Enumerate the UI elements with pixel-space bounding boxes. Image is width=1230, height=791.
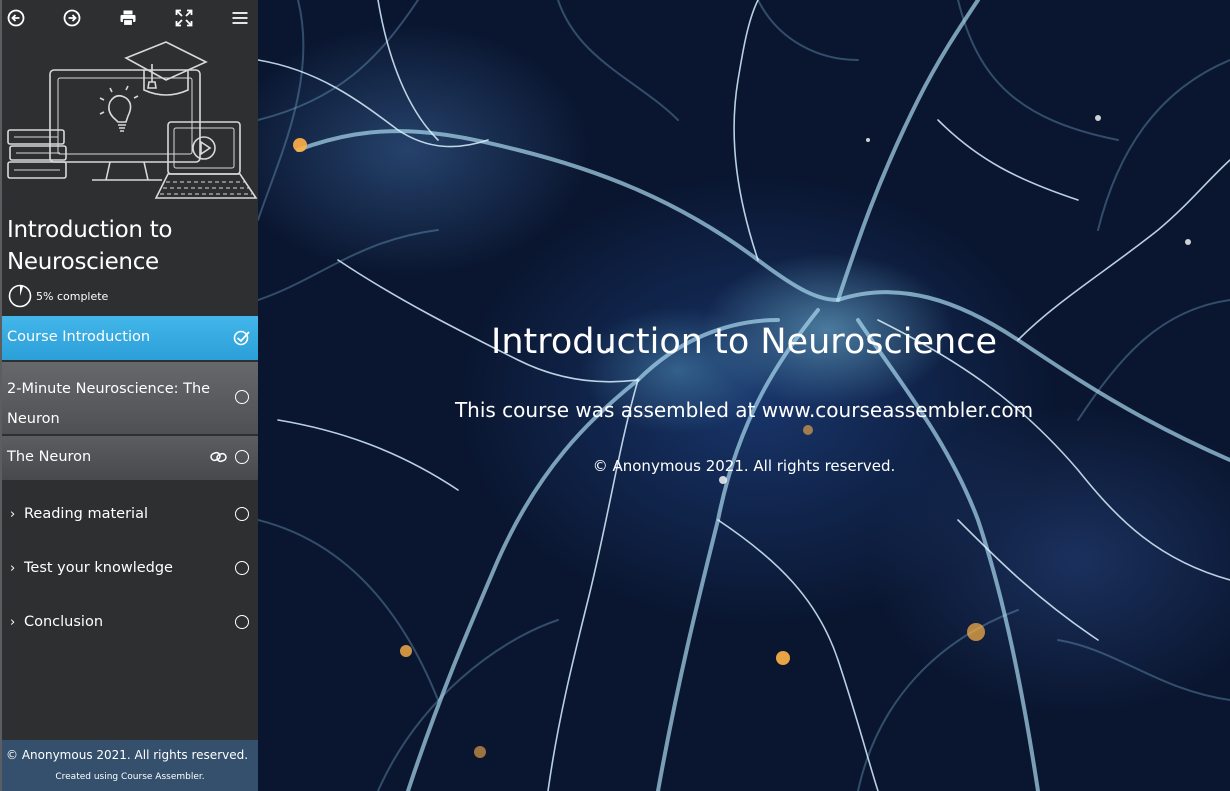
main-subtitle: This course was assembled at www.coursea…	[454, 398, 1034, 422]
main-content: Introduction to Neuroscience This course…	[258, 0, 1230, 791]
link-icon	[210, 451, 227, 463]
nav-item-label: Conclusion	[24, 614, 104, 630]
sidebar-footer: © Anonymous 2021. All rights reserved. C…	[2, 740, 258, 791]
toolbar	[2, 0, 258, 36]
previous-icon[interactable]	[6, 8, 26, 28]
nav-item-2-minute-neuroscience[interactable]: 2-Minute Neuroscience: The Neuron	[2, 362, 258, 434]
course-title: Introduction to Neuroscience	[7, 217, 173, 275]
menu-icon[interactable]	[230, 8, 250, 28]
chevron-right-icon: ›	[10, 561, 16, 576]
nav-item-label: The Neuron	[7, 449, 92, 465]
neuron-background-image	[258, 0, 1230, 791]
incomplete-circle-icon	[235, 615, 249, 629]
footer-created-by: Created using Course Assembler.	[55, 772, 205, 782]
nav-item-the-neuron[interactable]: The Neuron	[2, 436, 258, 480]
nav-item-label: Course Introduction	[7, 329, 151, 345]
nav-item-test-your-knowledge[interactable]: › Test your knowledge	[2, 544, 258, 594]
incomplete-circle-icon	[235, 507, 249, 521]
print-icon[interactable]	[118, 8, 138, 28]
incomplete-circle-icon	[235, 390, 249, 404]
nav-item-course-introduction[interactable]: Course Introduction	[2, 316, 258, 360]
main-copyright: © Anonymous 2021. All rights reserved.	[592, 457, 896, 475]
main-title: Introduction to Neuroscience	[491, 322, 997, 362]
progress-ring-icon	[8, 284, 32, 308]
course-illustration	[7, 41, 258, 199]
chevron-right-icon: ›	[10, 507, 16, 522]
fullscreen-icon[interactable]	[174, 8, 194, 28]
nav-item-label: Reading material	[24, 506, 148, 522]
chevron-right-icon: ›	[10, 615, 16, 630]
nav-item-label: 2-Minute Neuroscience: The Neuron	[7, 381, 211, 427]
progress-indicator: 5% complete	[8, 284, 108, 308]
incomplete-circle-icon	[235, 450, 249, 464]
next-icon[interactable]	[62, 8, 82, 28]
footer-copyright: © Anonymous 2021. All rights reserved.	[6, 748, 249, 762]
progress-label: 5% complete	[36, 289, 109, 303]
sidebar: Introduction to Neuroscience 5% complete…	[0, 0, 258, 791]
completed-check-icon	[233, 330, 250, 346]
nav-item-conclusion[interactable]: › Conclusion	[2, 598, 258, 648]
nav-item-reading-material[interactable]: › Reading material	[2, 490, 258, 540]
incomplete-circle-icon	[235, 561, 249, 575]
nav-item-label: Test your knowledge	[24, 560, 173, 576]
